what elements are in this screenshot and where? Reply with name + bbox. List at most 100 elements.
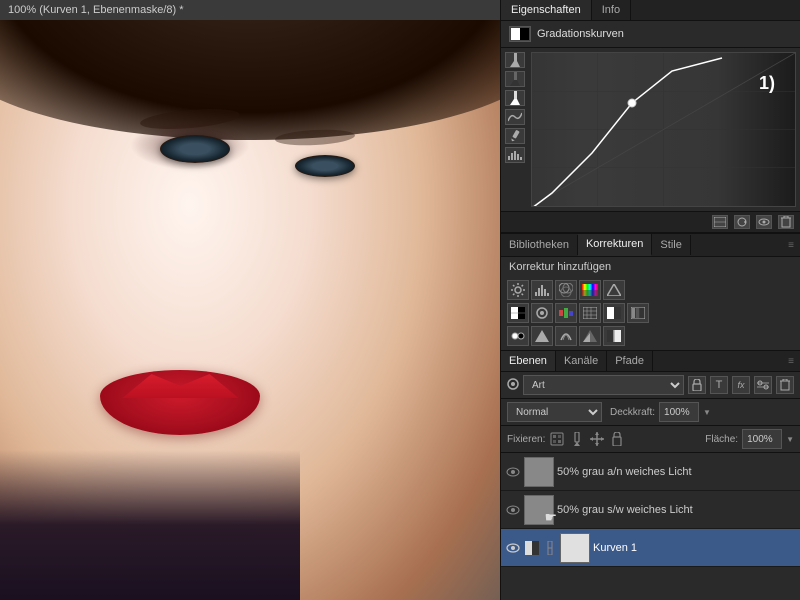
layer-1-name: 50% grau a/n weiches Licht <box>557 466 796 478</box>
curves-eye-icon[interactable] <box>756 215 772 229</box>
opacity-stepper[interactable]: ▼ <box>703 408 711 417</box>
threshold-icon[interactable] <box>603 326 625 346</box>
channel-mixer-icon[interactable] <box>555 303 577 323</box>
layers-panel-menu[interactable]: ≡ <box>782 356 800 367</box>
canvas-area: 100% (Kurven 1, Ebenenmaske/8) * <box>0 0 500 600</box>
eyedropper-tool[interactable] <box>505 52 525 68</box>
layer-3-visibility[interactable] <box>505 540 521 556</box>
properties-panel: Eigenschaften Info Gradationskurven <box>501 0 800 234</box>
opacity-field[interactable]: 100% <box>659 402 699 422</box>
hue-saturation-icon[interactable] <box>579 280 601 300</box>
vibrance-icon[interactable] <box>555 326 577 346</box>
photo-background <box>0 20 500 600</box>
opacity-row: Normal Deckkraft: 100% ▼ <box>501 399 800 426</box>
layer-row-2[interactable]: ☛ 50% grau s/w weiches Licht <box>501 491 800 529</box>
tab-stile[interactable]: Stile <box>652 235 690 255</box>
curves-channel-icon <box>509 26 531 42</box>
selective-color-icon[interactable] <box>603 280 625 300</box>
levels-icon[interactable] <box>507 303 529 323</box>
tab-eigenschaften[interactable]: Eigenschaften <box>501 0 592 20</box>
tab-bibliotheken[interactable]: Bibliotheken <box>501 235 578 255</box>
layer-type-filter[interactable]: Art <box>523 375 684 395</box>
korrektur-section: Korrektur hinzufügen <box>501 257 800 351</box>
tab-ebenen[interactable]: Ebenen <box>501 351 556 371</box>
layer-icon-lock[interactable] <box>688 376 706 394</box>
layer-3-name: Kurven 1 <box>593 542 796 554</box>
black-point-tool[interactable] <box>505 71 525 87</box>
korrektur-row1 <box>501 277 800 303</box>
grid-lines <box>532 53 795 206</box>
lock-paint[interactable] <box>569 431 585 447</box>
hair <box>0 20 500 140</box>
tab-pfade[interactable]: Pfade <box>607 351 653 371</box>
layer-row-3[interactable]: Kurven 1 <box>501 529 800 567</box>
white-point-tool[interactable] <box>505 90 525 106</box>
layer-icon-effects[interactable]: fx <box>732 376 750 394</box>
lock-all[interactable] <box>609 431 625 447</box>
photo-filter-icon[interactable] <box>531 303 553 323</box>
properties-tabs: Eigenschaften Info <box>501 0 800 21</box>
layer-icon-adjust[interactable] <box>754 376 772 394</box>
tab-info[interactable]: Info <box>592 0 631 20</box>
eye-left <box>160 135 230 163</box>
korrektur-row2 <box>501 303 800 326</box>
mask1-icon[interactable] <box>507 326 529 346</box>
curves-adj-icon[interactable] <box>531 280 553 300</box>
brightness-icon[interactable] <box>507 280 529 300</box>
layers-controls: Art T fx <box>501 372 800 399</box>
histogram-tool[interactable] <box>505 147 525 163</box>
canvas-title: 100% (Kurven 1, Ebenenmaske/8) * <box>8 4 184 16</box>
layer-3-type <box>524 540 540 556</box>
layer-2-thumb: ☛ <box>524 495 554 525</box>
flache-stepper[interactable]: ▼ <box>786 435 794 444</box>
layer-icon-trash[interactable] <box>776 376 794 394</box>
invert-icon[interactable] <box>603 303 625 323</box>
curves-graph[interactable]: 1) <box>531 52 796 207</box>
curves-tools <box>505 52 527 207</box>
layer-3-mask-thumb <box>560 533 590 563</box>
flache-field[interactable]: 100% <box>742 429 782 449</box>
canvas-title-bar: 100% (Kurven 1, Ebenenmaske/8) * <box>0 0 500 20</box>
lock-move[interactable] <box>589 431 605 447</box>
adj-panel-menu[interactable]: ≡ <box>782 240 800 251</box>
curves-title: Gradationskurven <box>537 28 624 40</box>
opacity-label: Deckkraft: <box>610 407 655 418</box>
smooth-tool[interactable] <box>505 109 525 125</box>
eye-right <box>295 155 355 177</box>
lock-transparent[interactable] <box>549 431 565 447</box>
mask2-icon[interactable] <box>531 326 553 346</box>
filter-icon <box>507 378 519 393</box>
layer-2-visibility[interactable] <box>505 502 521 518</box>
curves-trash-icon[interactable] <box>778 215 794 229</box>
layer-3-chain <box>543 541 557 555</box>
curve-label: 1) <box>759 73 775 94</box>
tab-korrekturen[interactable]: Korrekturen <box>578 234 652 256</box>
layers-list: 50% grau a/n weiches Licht ☛ 50% grau s/… <box>501 453 800 600</box>
curves-header: Gradationskurven <box>501 21 800 48</box>
color-lookup-icon[interactable] <box>579 303 601 323</box>
right-panel: Eigenschaften Info Gradationskurven <box>500 0 800 600</box>
layer-2-name: 50% grau s/w weiches Licht <box>557 504 796 516</box>
blend-mode-select[interactable]: Normal <box>507 402 602 422</box>
curves-bottom-bar <box>501 211 800 233</box>
curves-auto-icon[interactable] <box>734 215 750 229</box>
layer-row-1[interactable]: 50% grau a/n weiches Licht <box>501 453 800 491</box>
color-balance-icon[interactable] <box>555 280 577 300</box>
layer-1-visibility[interactable] <box>505 464 521 480</box>
exposure-icon[interactable] <box>579 326 601 346</box>
flache-label: Fläche: <box>705 434 738 445</box>
lock-row: Fixieren: Fläche: 100% ▼ <box>501 426 800 453</box>
layers-panel: Ebenen Kanäle Pfade ≡ Art T fx <box>501 351 800 600</box>
layers-tabs: Ebenen Kanäle Pfade ≡ <box>501 351 800 372</box>
posterize-icon[interactable] <box>627 303 649 323</box>
layer-1-thumb <box>524 457 554 487</box>
clothing <box>0 450 300 600</box>
korrektur-row3 <box>501 326 800 350</box>
pencil-tool[interactable] <box>505 128 525 144</box>
curves-clip-icon[interactable] <box>712 215 728 229</box>
tab-kanaele[interactable]: Kanäle <box>556 351 607 371</box>
lock-label: Fixieren: <box>507 434 545 445</box>
curves-graph-area: 1) <box>501 48 800 211</box>
layer-icon-visibility[interactable]: T <box>710 376 728 394</box>
korrektur-title: Korrektur hinzufügen <box>501 257 800 277</box>
